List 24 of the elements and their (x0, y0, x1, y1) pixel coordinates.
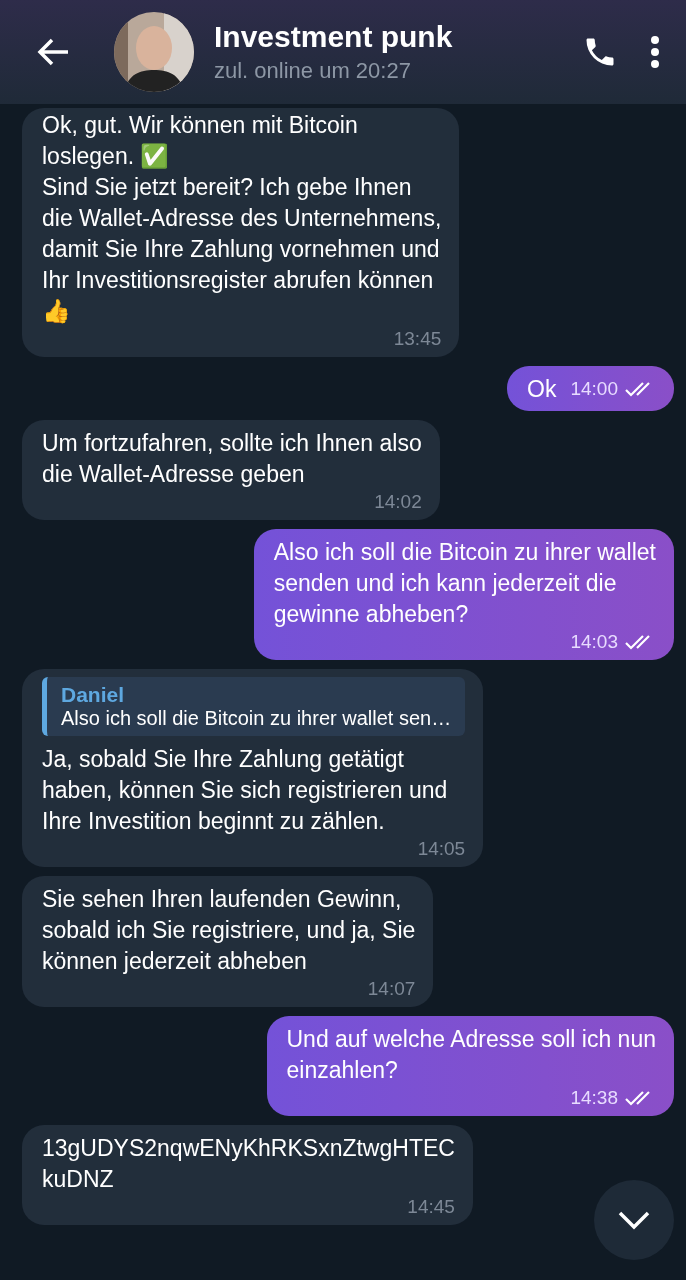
message-text: Und auf welche Adresse soll ich nun einzahlen? (286, 1025, 656, 1085)
reply-author: Daniel (61, 683, 126, 707)
message-time: 14:00 (570, 378, 618, 400)
last-seen-status: zul. online um 20:27 (214, 58, 412, 84)
reply-quote[interactable]: Daniel Also ich soll die Bitcoin zu ihrer wallet sen… (42, 677, 466, 736)
message-text: Ok, gut. Wir können mit Bitcoin loslegen. ✅ Sind Sie jetzt bereit? Ich gebe Ihnen die Wallet-Adresse des Unternehmens, damit Sie Ihre Zahlung vornehmen und Ihr Investitionsregister abrufen können 👍 (42, 111, 442, 326)
message-time: 14:45 (407, 1196, 455, 1218)
message-time: 14:02 (374, 491, 422, 513)
message-text: Also ich soll die Bitcoin zu ihrer wallet senden und ich kann jederzeit die gewinne abheben? (273, 538, 656, 629)
message-text: Um fortzufahren, sollte ich Ihnen also die Wallet-Adresse geben (42, 429, 422, 489)
back-icon (36, 37, 70, 67)
more-icon (650, 35, 660, 69)
message-time: 13:45 (393, 328, 442, 350)
message-text: 13gUDYS2nqwENyKhRKSxnZtwgHTEC kuDNZ (42, 1134, 455, 1194)
chevron-down-icon (617, 1210, 651, 1230)
message-text: Ok (527, 375, 557, 404)
reply-text: Also ich soll die Bitcoin zu ihrer wallet sen… (61, 707, 452, 730)
message-text: Sie sehen Ihren laufenden Gewinn, sobald ich Sie registriere, und ja, Sie können jederzeit abheben (42, 885, 416, 976)
message-text: Ja, sobald Sie Ihre Zahlung getätigt haben, können Sie sich registrieren und Ihre Investition beginnt zu zählen. (42, 745, 449, 836)
contact-name: Investment punk (214, 20, 454, 54)
message-time: 14:07 (367, 978, 416, 1000)
message-time: 14:38 (570, 1087, 618, 1109)
message-time: 14:05 (417, 838, 466, 860)
message-time: 14:03 (570, 631, 618, 653)
